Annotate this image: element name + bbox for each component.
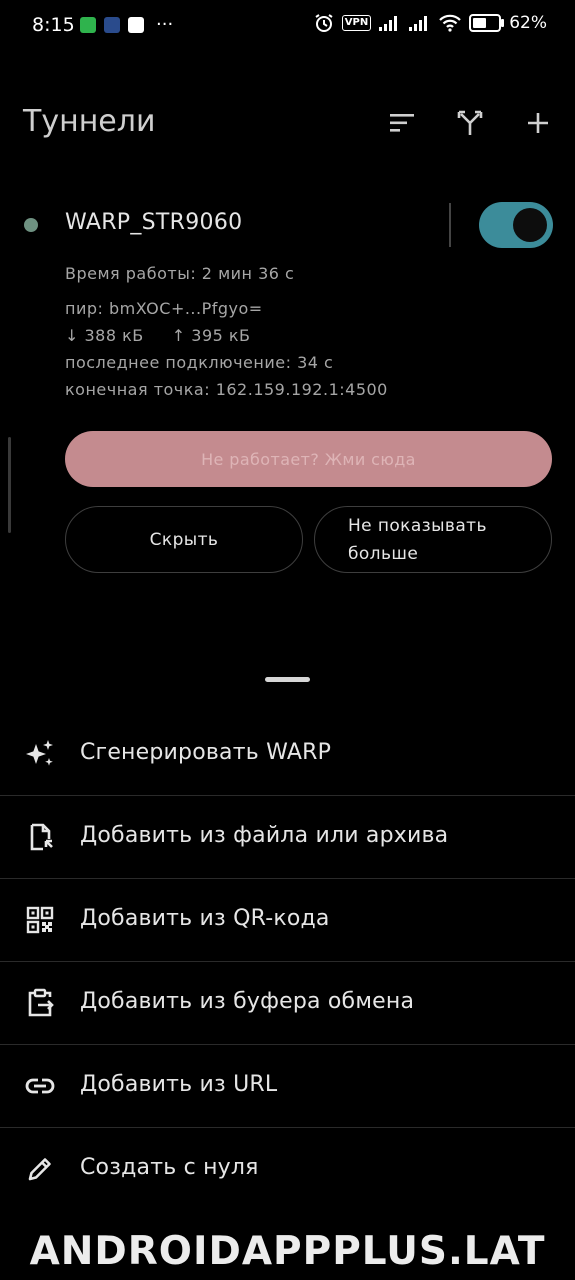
clipboard-icon — [24, 987, 56, 1019]
menu-item-label: Сгенерировать WARP — [80, 740, 332, 765]
menu-item-label: Добавить из файла или архива — [80, 823, 449, 848]
whatsapp-icon — [80, 17, 96, 33]
screen: 8:15 ··· VPN 62% Туннели WARP_STR9060 Вр… — [0, 0, 575, 1280]
add-tunnel-button[interactable] — [521, 104, 555, 142]
alarm-icon — [315, 14, 333, 32]
qr-code-icon — [24, 904, 56, 936]
menu-item-label: Создать с нуля — [80, 1155, 259, 1180]
help-button-label: Не работает? Жми сюда — [201, 449, 416, 469]
watermark: ANDROIDAPPPLUS.LAT — [29, 1229, 546, 1274]
add-tunnel-menu: Сгенерировать WARP Добавить из файла или… — [0, 713, 575, 1210]
menu-item-add-from-clipboard[interactable]: Добавить из буфера обмена — [0, 962, 575, 1045]
menu-item-generate-warp[interactable]: Сгенерировать WARP — [0, 713, 575, 796]
menu-item-create-from-scratch[interactable]: Создать с нуля — [0, 1128, 575, 1210]
sort-icon — [390, 114, 414, 132]
menu-item-add-from-qr[interactable]: Добавить из QR-кода — [0, 879, 575, 962]
tunnel-traffic: ↓ 388 кБ ↑ 395 кБ — [65, 326, 251, 345]
app-icon — [104, 17, 120, 33]
notes-icon — [128, 17, 144, 33]
hide-button[interactable]: Скрыть — [65, 506, 303, 573]
menu-item-add-from-file[interactable]: Добавить из файла или архива — [0, 796, 575, 879]
sort-button[interactable] — [385, 104, 419, 142]
sparkle-icon — [24, 738, 56, 770]
sheet-drag-handle[interactable] — [265, 677, 310, 682]
split-tunnel-button[interactable] — [453, 104, 487, 142]
tunnel-peer: пир: bmXOC+...Pfgyo= — [65, 299, 263, 318]
menu-item-label: Добавить из буфера обмена — [80, 989, 415, 1014]
battery-percent: 62% — [509, 13, 547, 33]
tunnel-rx: ↓ 388 кБ — [65, 326, 144, 345]
notification-icons: ··· — [80, 14, 174, 35]
tunnel-last-handshake: последнее подключение: 34 с — [65, 353, 334, 372]
divider — [449, 203, 451, 247]
status-time: 8:15 — [32, 14, 75, 36]
menu-item-label: Добавить из QR-кода — [80, 906, 330, 931]
tunnel-tx: ↑ 395 кБ — [171, 326, 251, 345]
pencil-icon — [24, 1153, 56, 1185]
tunnel-status-dot — [24, 218, 38, 232]
wifi-icon — [439, 14, 461, 32]
scroll-indicator — [8, 437, 11, 533]
more-notifications: ··· — [156, 14, 174, 35]
link-icon — [24, 1070, 56, 1102]
battery-icon — [469, 14, 505, 32]
app-bar-actions — [385, 104, 555, 142]
dont-show-again-label: Не показывать больше — [348, 515, 487, 564]
page-title: Туннели — [23, 104, 156, 139]
tunnel-uptime: Время работы: 2 мин 36 с — [65, 264, 295, 283]
vpn-badge: VPN — [341, 15, 372, 31]
signal-icon — [379, 16, 398, 31]
dont-show-again-button[interactable]: Не показывать больше — [314, 506, 552, 573]
tunnel-name[interactable]: WARP_STR9060 — [65, 210, 242, 235]
battery-level — [473, 18, 486, 28]
tunnel-endpoint: конечная точка: 162.159.192.1:4500 — [65, 380, 388, 399]
menu-item-label: Добавить из URL — [80, 1072, 278, 1097]
signal-icon-2 — [409, 16, 428, 31]
help-button[interactable]: Не работает? Жми сюда — [65, 431, 552, 487]
status-bar: 8:15 ··· VPN 62% — [0, 0, 575, 52]
add-icon — [528, 113, 548, 133]
menu-item-add-from-url[interactable]: Добавить из URL — [0, 1045, 575, 1128]
hide-button-label: Скрыть — [149, 529, 219, 550]
file-icon — [24, 821, 56, 853]
tunnel-toggle[interactable] — [479, 202, 553, 248]
toggle-knob — [513, 208, 547, 242]
split-icon — [457, 110, 483, 135]
system-icons: VPN 62% — [314, 13, 547, 33]
